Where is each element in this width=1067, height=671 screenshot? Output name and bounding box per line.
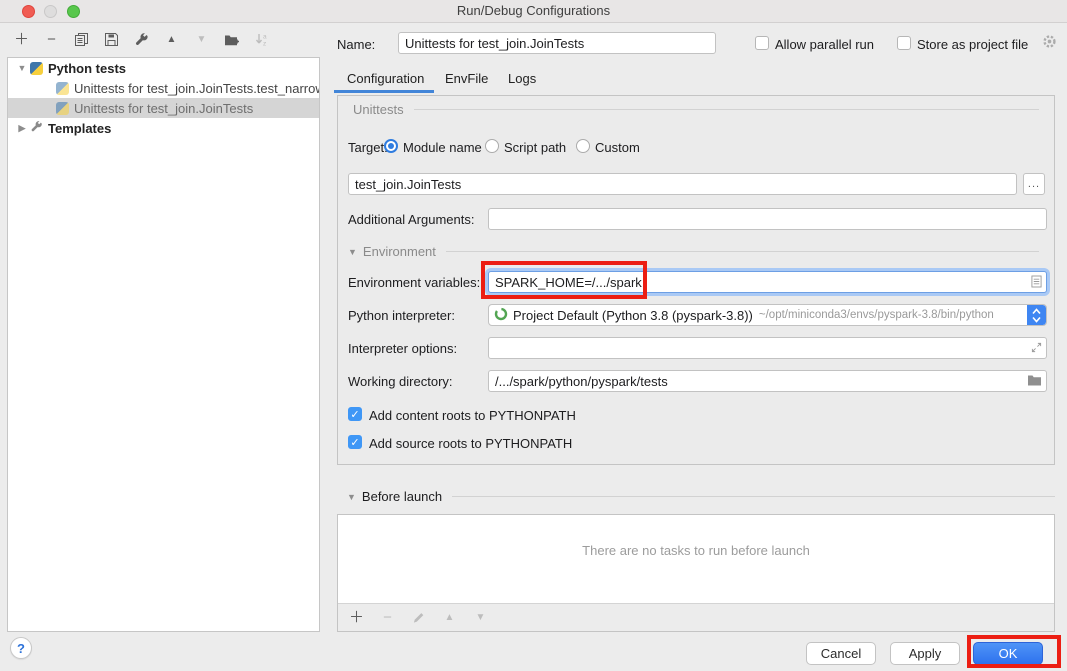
name-label: Name: [337, 37, 375, 52]
expand-icon[interactable]: ▶ [16, 123, 28, 134]
tree-item-templates[interactable]: ▶ Templates [8, 118, 319, 138]
additional-arguments-label: Additional Arguments: [348, 212, 474, 227]
edit-templates-icon[interactable] [133, 31, 150, 48]
before-launch-toolbar: ＋ − ▲ ▼ [338, 603, 1054, 631]
title-bar: Run/Debug Configurations [0, 0, 1067, 23]
collapse-icon[interactable]: ▼ [16, 63, 28, 73]
python-tests-icon [30, 62, 43, 75]
interpreter-value: Project Default (Python 3.8 (pyspark-3.8… [513, 308, 753, 323]
move-task-up-icon[interactable]: ▲ [441, 609, 458, 626]
tab-configuration[interactable]: Configuration [347, 71, 424, 86]
browse-target-button[interactable]: ... [1023, 173, 1045, 195]
tab-logs[interactable]: Logs [508, 71, 536, 86]
radio-module-name-label[interactable]: Module name [403, 140, 482, 155]
browse-label: ... [1028, 178, 1040, 190]
python-test-icon [56, 102, 69, 115]
cancel-button[interactable]: Cancel [806, 642, 876, 665]
radio-script-path-label[interactable]: Script path [504, 140, 566, 155]
add-content-roots-checkbox[interactable]: ✓ [348, 407, 362, 421]
save-configuration-icon[interactable] [103, 31, 120, 48]
radio-custom-label[interactable]: Custom [595, 140, 640, 155]
move-up-icon[interactable]: ▲ [163, 31, 180, 48]
configurations-toolbar: ＋ − ▲ ▼ az [13, 31, 270, 48]
templates-wrench-icon [30, 120, 43, 136]
add-configuration-icon[interactable]: ＋ [13, 31, 30, 48]
create-folder-icon[interactable] [223, 31, 240, 48]
tab-envfile[interactable]: EnvFile [445, 71, 488, 86]
collapse-environment-icon[interactable]: ▼ [348, 247, 357, 257]
interpreter-stepper-icon[interactable] [1027, 305, 1046, 325]
help-button[interactable]: ? [10, 637, 32, 659]
target-module-input[interactable] [348, 173, 1017, 195]
collapse-before-launch-icon[interactable]: ▼ [347, 492, 356, 502]
conda-env-icon [494, 307, 508, 324]
group-divider [452, 496, 1055, 497]
radio-module-name[interactable] [384, 139, 398, 153]
add-task-icon[interactable]: ＋ [348, 609, 365, 626]
interpreter-options-label: Interpreter options: [348, 341, 457, 356]
python-test-icon [56, 82, 69, 95]
before-launch-empty-message: There are no tasks to run before launch [338, 543, 1054, 558]
add-content-roots-label: Add content roots to PYTHONPATH [369, 408, 576, 423]
remove-task-icon[interactable]: − [379, 609, 396, 626]
tree-item-label: Python tests [48, 61, 126, 76]
remove-configuration-icon[interactable]: − [43, 31, 60, 48]
additional-arguments-input[interactable] [488, 208, 1047, 230]
allow-parallel-run-checkbox[interactable] [755, 36, 769, 50]
help-label: ? [17, 641, 25, 656]
allow-parallel-run-label: Allow parallel run [775, 37, 874, 52]
python-interpreter-select[interactable]: Project Default (Python 3.8 (pyspark-3.8… [488, 304, 1047, 326]
tree-item-python-tests[interactable]: ▼ Python tests [8, 58, 319, 78]
sort-configurations-icon[interactable]: az [253, 31, 270, 48]
apply-button[interactable]: Apply [890, 642, 960, 665]
move-task-down-icon[interactable]: ▼ [472, 609, 489, 626]
before-launch-panel: There are no tasks to run before launch … [337, 514, 1055, 632]
annotation-ok-button-highlight [967, 635, 1061, 668]
working-directory-label: Working directory: [348, 374, 453, 389]
radio-script-path[interactable] [485, 139, 499, 153]
tree-item-label: Templates [48, 121, 111, 136]
configurations-tree: ▼ Python tests Unittests for test_join.J… [7, 57, 320, 632]
svg-text:z: z [263, 41, 266, 48]
group-divider [446, 251, 1039, 252]
move-down-icon[interactable]: ▼ [193, 31, 210, 48]
svg-text:a: a [263, 34, 267, 41]
environment-section-title: Environment [363, 244, 436, 259]
target-label: Target: [348, 140, 388, 155]
interpreter-options-input[interactable] [488, 337, 1047, 359]
interpreter-path: ~/opt/miniconda3/envs/pyspark-3.8/bin/py… [759, 309, 994, 321]
store-options-gear-icon[interactable] [1042, 34, 1057, 52]
copy-configuration-icon[interactable] [73, 31, 90, 48]
tree-item-unittests-narrow[interactable]: Unittests for test_join.JoinTests.test_n… [8, 78, 319, 98]
add-source-roots-checkbox[interactable]: ✓ [348, 435, 362, 449]
add-source-roots-label: Add source roots to PYTHONPATH [369, 436, 572, 451]
window-title: Run/Debug Configurations [0, 0, 1067, 22]
store-as-project-file-label: Store as project file [917, 37, 1028, 52]
before-launch-title: Before launch [362, 489, 442, 504]
working-directory-input[interactable] [488, 370, 1047, 392]
unittests-group-title: Unittests [353, 102, 404, 117]
radio-custom[interactable] [576, 139, 590, 153]
annotation-env-variables-highlight [481, 261, 647, 299]
configuration-panel: Unittests Target: Module name Script pat… [337, 95, 1055, 465]
tree-item-label: Unittests for test_join.JoinTests.test_n… [74, 81, 319, 96]
tree-item-label: Unittests for test_join.JoinTests [74, 101, 253, 116]
name-input[interactable] [398, 32, 716, 54]
store-as-project-file-checkbox[interactable] [897, 36, 911, 50]
active-tab-indicator [334, 90, 434, 93]
group-divider [414, 109, 1039, 110]
edit-task-icon[interactable] [410, 609, 427, 626]
tree-item-unittests-jointests[interactable]: Unittests for test_join.JoinTests [8, 98, 319, 118]
environment-variables-label: Environment variables: [348, 275, 480, 290]
python-interpreter-label: Python interpreter: [348, 308, 455, 323]
